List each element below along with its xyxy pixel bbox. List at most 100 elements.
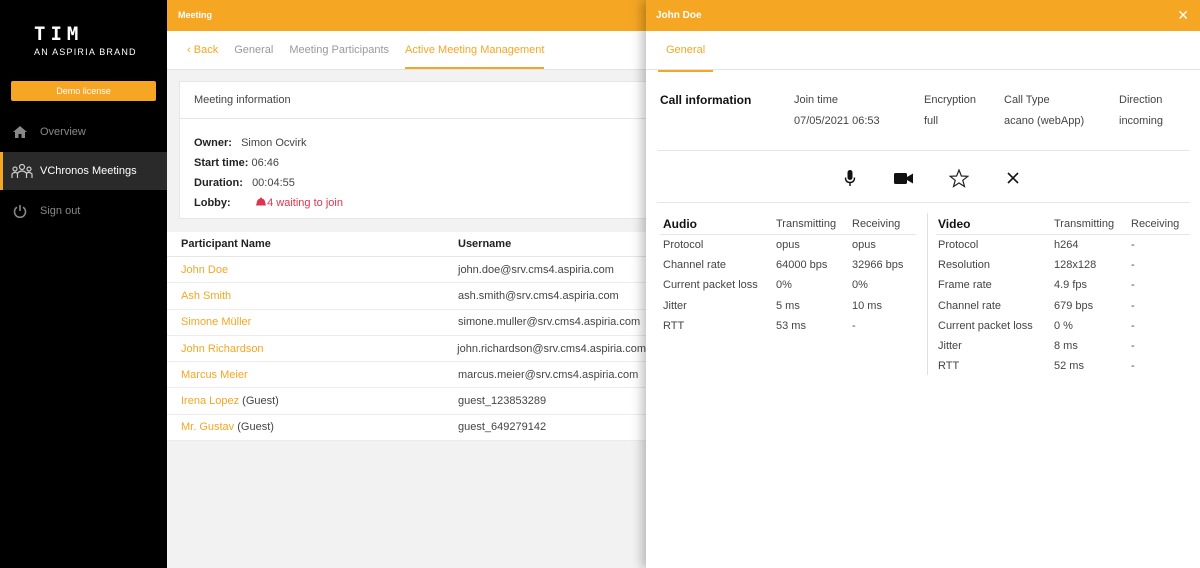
tab-general[interactable]: General	[234, 31, 273, 69]
audio-tx-cell: 53 ms	[776, 319, 806, 332]
participant-name-cell: John Richardson	[167, 343, 443, 355]
audio-rx-cell: 0%	[852, 279, 868, 292]
tab-active-meeting-management[interactable]: Active Meeting Management	[405, 31, 545, 69]
guest-badge: (Guest)	[242, 395, 279, 408]
column-header-username[interactable]: Username	[444, 238, 646, 250]
table-row[interactable]: Simone Müller simone.muller@srv.cms4.aspi…	[167, 310, 646, 336]
join-time-value: 07/05/2021 06:53	[794, 115, 880, 127]
table-row[interactable]: Ash Smith ash.smith@srv.cms4.aspiria.com	[167, 283, 646, 310]
participant-name-cell: Marcus Meier	[167, 369, 444, 381]
video-rx-cell: -	[1131, 259, 1135, 272]
video-header-divider	[936, 234, 1190, 235]
video-rx-header: Receiving	[1131, 218, 1180, 230]
video-label-cell: Frame rate	[938, 279, 992, 292]
participant-name-link[interactable]: John Doe	[181, 264, 228, 276]
call-type-value: acano (webApp)	[1004, 115, 1085, 127]
audio-tx-cell: opus	[776, 239, 800, 251]
video-rx-cell: -	[1131, 340, 1135, 352]
star-icon[interactable]	[949, 168, 969, 188]
video-tx-cell: 0 %	[1054, 319, 1073, 332]
close-icon[interactable]: ✕	[1177, 0, 1189, 31]
panel-header: John Doe ✕	[646, 0, 1200, 31]
username-cell: john.doe@srv.cms4.aspiria.com	[458, 263, 614, 276]
tab-back[interactable]: ‹ Back	[187, 31, 218, 69]
audio-label-cell: Channel rate	[663, 259, 726, 272]
encryption-value: full	[924, 115, 939, 127]
tab-meeting-participants[interactable]: Meeting Participants	[289, 31, 389, 69]
video-label-cell: Channel rate	[938, 299, 1001, 312]
column-header-participant-name[interactable]: Participant Name	[167, 238, 444, 250]
camera-icon[interactable]	[894, 168, 914, 188]
direction-label: Direction	[1119, 94, 1163, 106]
participant-name-cell: Irena Lopez (Guest)	[167, 395, 444, 407]
lobby-row: Lobby: 4 waiting to join	[194, 197, 343, 209]
microphone-icon[interactable]	[840, 168, 860, 188]
video-rx-cell: -	[1131, 360, 1135, 373]
participant-name-link[interactable]: Marcus Meier	[181, 369, 248, 381]
duration-value: 00:04:55	[252, 177, 295, 189]
guest-badge: (Guest)	[237, 421, 274, 434]
table-row[interactable]: John Richardson john.richardson@srv.cms4.…	[167, 336, 646, 363]
table-row[interactable]: Irena Lopez (Guest) guest_123853289	[167, 388, 646, 415]
brand-subtitle: AN ASPIRIA BRAND	[34, 47, 137, 57]
lobby-label: Lobby:	[194, 197, 231, 209]
audio-rx-cell: 32966 bps	[852, 259, 904, 272]
demo-license-button[interactable]: Demo license	[11, 81, 156, 101]
owner-label: Owner:	[194, 137, 232, 149]
audio-tx-header: Transmitting	[776, 218, 837, 230]
participant-name-link[interactable]: John Richardson	[181, 343, 264, 355]
participant-name-link[interactable]: Irena Lopez	[181, 395, 239, 407]
power-icon	[0, 204, 40, 218]
username-cell: simone.muller@srv.cms4.aspiria.com	[458, 316, 641, 329]
sidebar-item-overview[interactable]: Overview	[0, 113, 167, 151]
chevron-left-icon: ‹	[187, 44, 194, 56]
table-row[interactable]: Mr. Gustav (Guest) guest_649279142	[167, 415, 646, 442]
audio-label-cell: Jitter	[663, 299, 687, 312]
video-tx-cell: 4.9 fps	[1054, 279, 1088, 292]
column-divider	[927, 213, 928, 375]
sidebar-item-label: Sign out	[40, 205, 81, 217]
brand-name: TIM	[34, 23, 84, 45]
lobby-link[interactable]: 4 waiting to join	[255, 197, 343, 209]
audio-header-divider	[660, 234, 916, 235]
video-label-cell: Current packet loss	[938, 319, 1033, 332]
participant-name-cell: John Doe	[167, 264, 444, 276]
duration-row: Duration: 00:04:55	[194, 177, 295, 189]
audio-tx-cell: 64000 bps	[776, 259, 828, 272]
divider	[657, 202, 1190, 203]
video-rx-cell: -	[1131, 319, 1135, 332]
participant-name-link[interactable]: Simone Müller	[181, 316, 251, 328]
video-rx-cell: -	[1131, 279, 1135, 292]
video-tx-cell: 52 ms	[1054, 360, 1084, 373]
video-rx-cell: -	[1131, 299, 1135, 312]
video-tx-cell: 8 ms	[1054, 340, 1078, 352]
call-type-label: Call Type	[1004, 94, 1050, 106]
home-icon	[0, 125, 40, 139]
join-time-label: Join time	[794, 94, 839, 106]
audio-label-cell: Current packet loss	[663, 279, 758, 292]
panel-title: John Doe	[656, 10, 702, 21]
username-cell: marcus.meier@srv.cms4.aspiria.com	[458, 368, 639, 381]
audio-title: Audio	[663, 217, 697, 231]
participant-name-link[interactable]: Mr. Gustav	[181, 421, 234, 433]
participant-name-link[interactable]: Ash Smith	[181, 290, 231, 302]
sidebar-item-vchronos-meetings[interactable]: VChronos Meetings	[0, 152, 167, 190]
start-time-row: Start time: 06:46	[194, 157, 279, 169]
duration-label: Duration:	[194, 177, 243, 189]
brand-logo: TIM AN ASPIRIA BRAND	[34, 24, 137, 57]
sidebar-item-sign-out[interactable]: Sign out	[0, 192, 167, 230]
start-time-value: 06:46	[251, 157, 279, 169]
call-information-title: Call information	[660, 93, 752, 107]
meeting-info-card: Meeting information Owner: Simon Ocvirk …	[179, 81, 649, 219]
table-row[interactable]: Marcus Meier marcus.meier@srv.cms4.aspiri…	[167, 362, 646, 389]
owner-row: Owner: Simon Ocvirk	[194, 137, 306, 149]
table-header: Participant Name Username	[167, 232, 646, 257]
video-tx-cell: h264	[1054, 239, 1079, 251]
audio-tx-cell: 5 ms	[776, 299, 800, 312]
hangup-close-icon[interactable]	[1003, 168, 1023, 188]
tab-general[interactable]: General	[658, 31, 714, 72]
table-row[interactable]: John Doe john.doe@srv.cms4.aspiria.com	[167, 257, 646, 284]
audio-label-cell: Protocol	[663, 239, 704, 251]
sidebar-item-label: VChronos Meetings	[40, 165, 137, 177]
video-rx-cell: -	[1131, 239, 1135, 251]
